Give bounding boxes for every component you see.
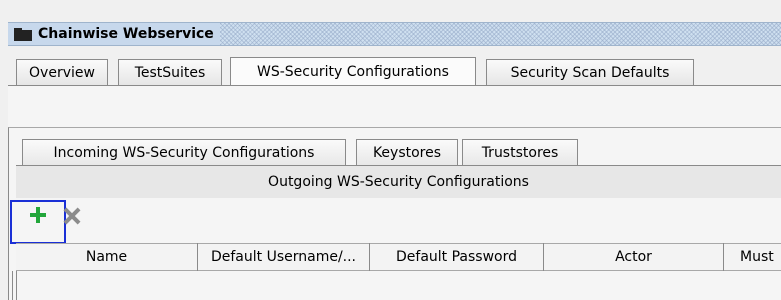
add-icon[interactable] <box>30 207 46 223</box>
column-default-username[interactable]: Default Username/... <box>198 243 370 271</box>
toolbar <box>16 198 781 242</box>
tab-outgoing-ws-security-configurations[interactable]: Outgoing WS-Security Configurations <box>16 166 781 198</box>
tab-ws-security-configurations[interactable]: WS-Security Configurations <box>230 57 476 85</box>
tab-keystores[interactable]: Keystores <box>356 139 458 165</box>
tab-label: Truststores <box>481 144 559 161</box>
column-name[interactable]: Name <box>16 243 198 271</box>
tab-security-scan-defaults[interactable]: Security Scan Defaults <box>486 59 694 85</box>
tab-label: Overview <box>29 64 95 81</box>
tab-label: Security Scan Defaults <box>510 64 670 81</box>
top-strip <box>0 0 781 22</box>
column-label: Default Username/... <box>210 249 357 265</box>
tab-incoming-ws-security-configurations[interactable]: Incoming WS-Security Configurations <box>22 139 346 165</box>
tab-truststores[interactable]: Truststores <box>462 139 578 165</box>
column-label: Name <box>85 249 128 265</box>
window-title: Chainwise Webservice <box>38 26 214 42</box>
table-body <box>16 272 781 300</box>
remove-icon[interactable] <box>64 208 80 224</box>
tab-label: WS-Security Configurations <box>257 63 449 80</box>
tab-label: Incoming WS-Security Configurations <box>53 144 315 161</box>
column-label: Actor <box>615 249 652 265</box>
window-title-area: Chainwise Webservice <box>8 23 220 45</box>
left-border-line <box>12 271 13 300</box>
column-label: Must <box>740 249 774 265</box>
tab-label: Keystores <box>372 144 442 161</box>
tab-overview[interactable]: Overview <box>16 59 108 85</box>
column-label: Default Password <box>396 249 517 265</box>
left-border-line <box>16 271 17 300</box>
column-actor[interactable]: Actor <box>544 243 724 271</box>
folder-icon <box>14 27 32 41</box>
column-default-password[interactable]: Default Password <box>370 243 544 271</box>
window-title-bar: Chainwise Webservice <box>8 22 781 46</box>
column-must[interactable]: Must <box>724 243 781 271</box>
tab-testsuites[interactable]: TestSuites <box>118 59 222 85</box>
tab-label: Outgoing WS-Security Configurations <box>268 174 529 190</box>
tab-label: TestSuites <box>134 64 206 81</box>
